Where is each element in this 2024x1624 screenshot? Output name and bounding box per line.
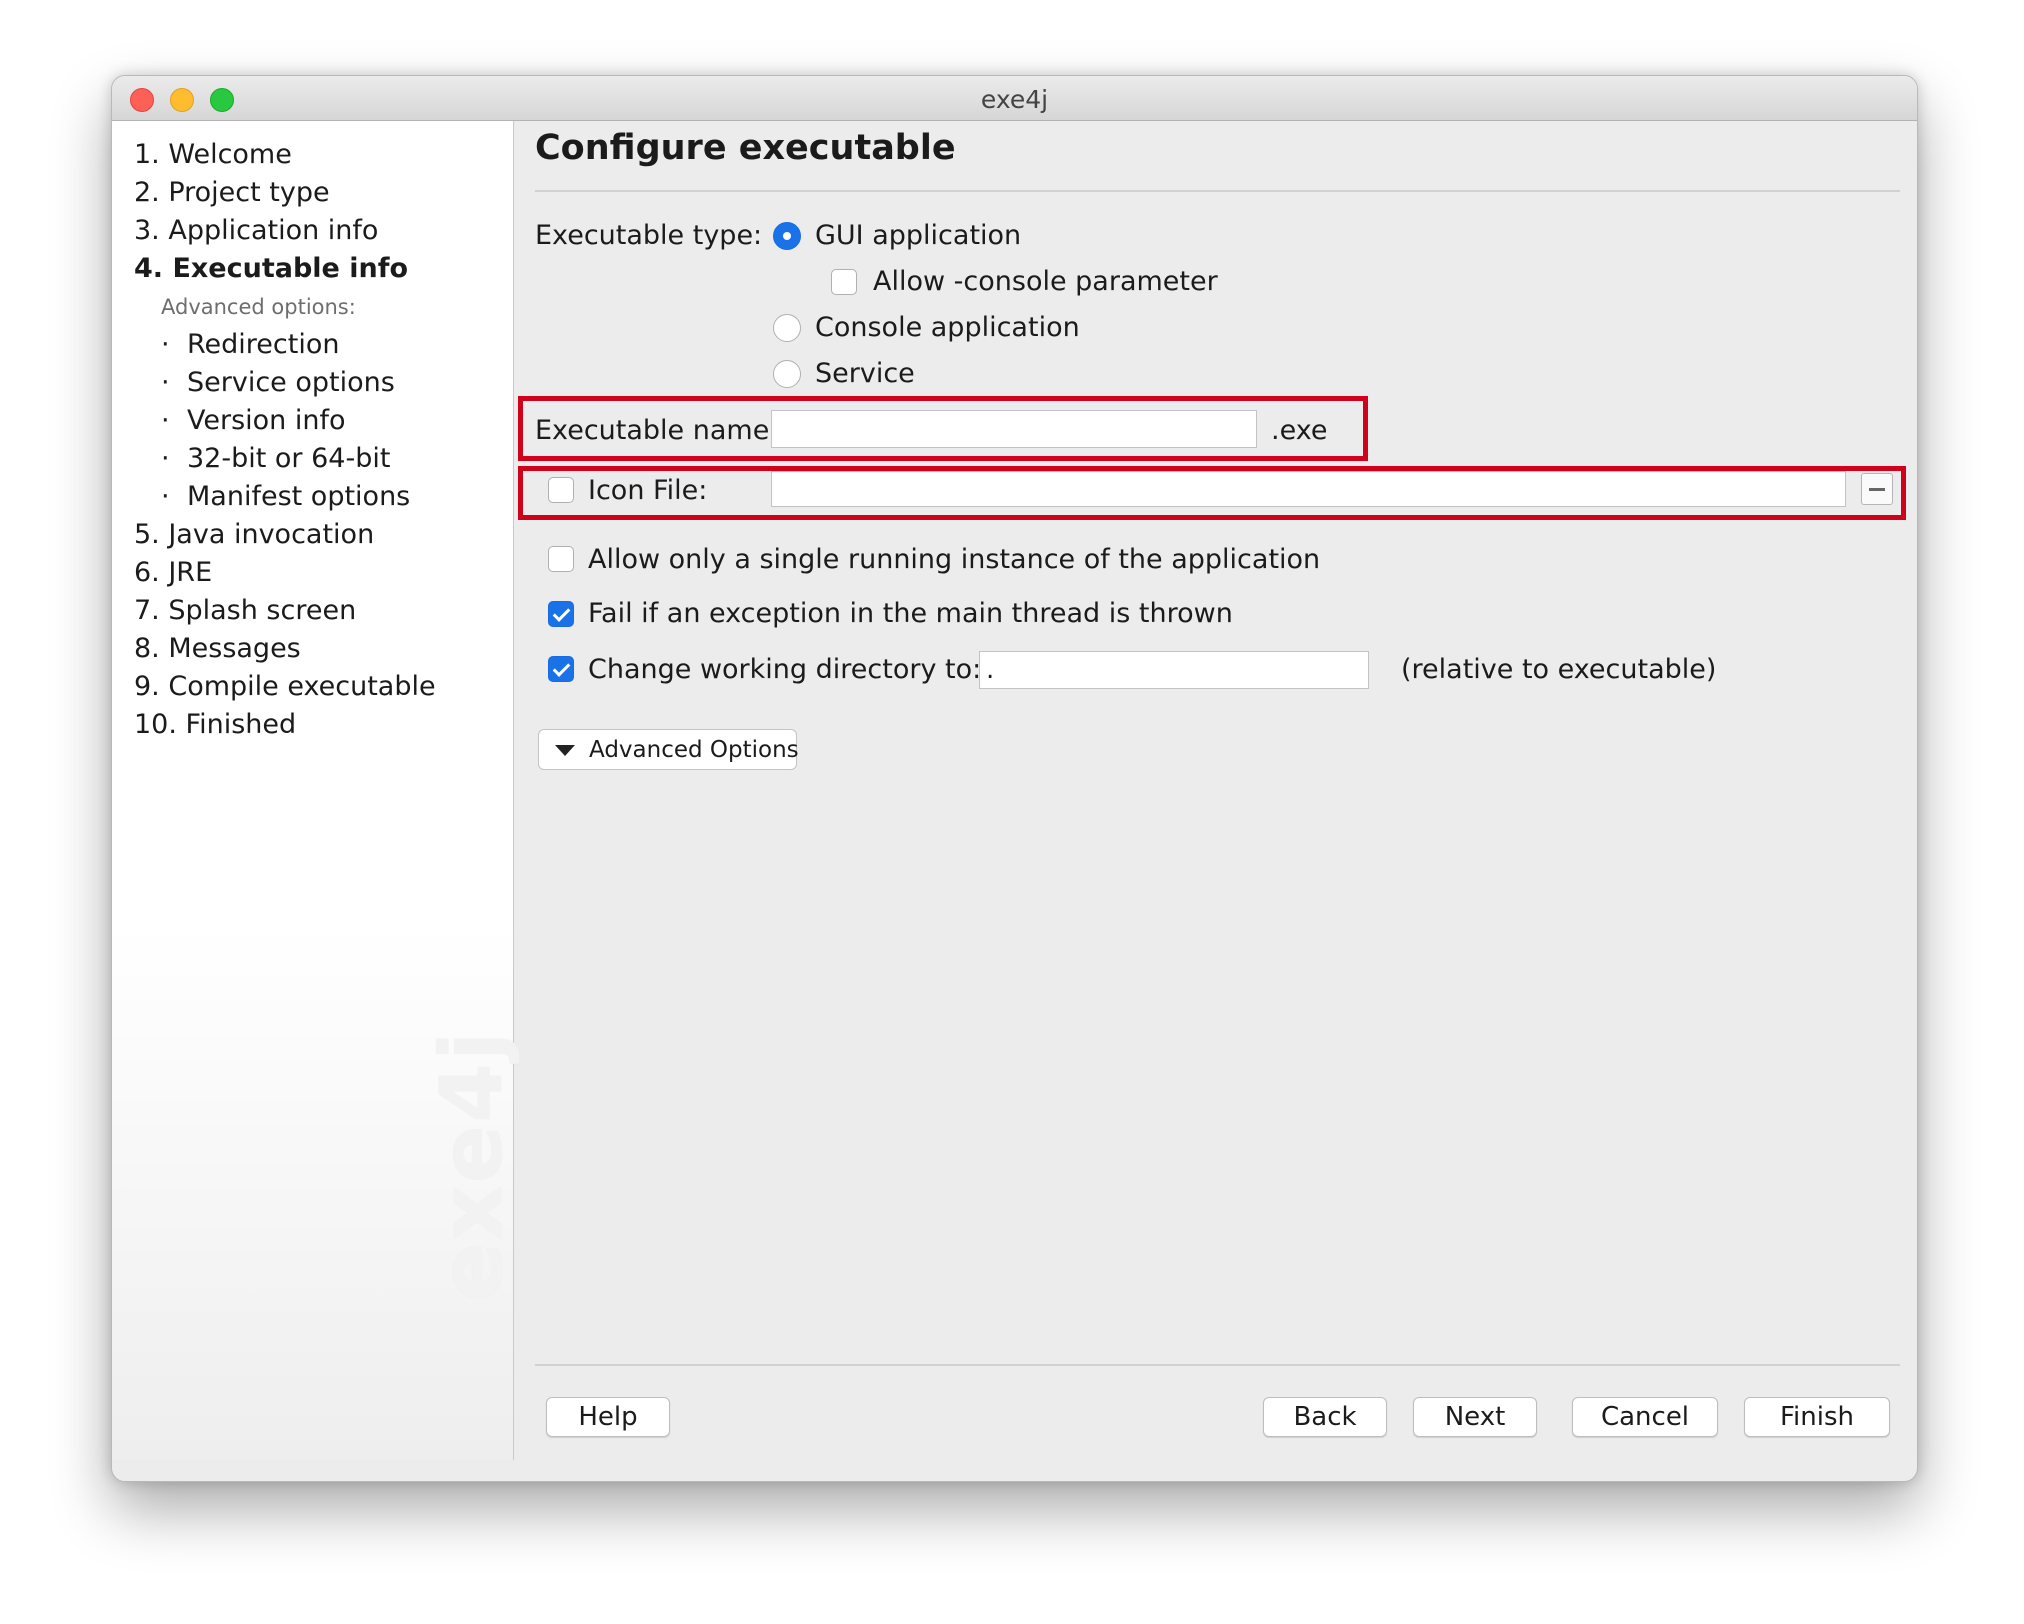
back-button[interactable]: Back [1263, 1397, 1387, 1437]
change-working-dir-checkbox[interactable] [548, 656, 574, 682]
executable-type-label: Executable type: [535, 220, 763, 251]
cancel-button[interactable]: Cancel [1572, 1397, 1718, 1437]
sub-step-label: Version info [187, 405, 346, 436]
executable-name-input[interactable] [771, 410, 1257, 448]
bullet: · [161, 329, 170, 360]
advanced-options-button[interactable]: Advanced Options [538, 729, 799, 770]
exe-suffix: .exe [1271, 415, 1328, 446]
fail-exception-label[interactable]: Fail if an exception in the main thread … [588, 598, 1233, 629]
bullet: · [161, 367, 170, 398]
sub-step-redirection[interactable]: · Redirection [161, 329, 339, 360]
icon-file-label[interactable]: Icon File: [588, 475, 707, 506]
step-jre[interactable]: 6. JRE [134, 557, 212, 588]
footer-divider [535, 1364, 1900, 1366]
working-dir-input[interactable] [979, 651, 1369, 689]
allow-console-checkbox[interactable] [831, 269, 857, 295]
bullet: · [161, 405, 170, 436]
bullet: · [161, 443, 170, 474]
change-working-dir-label[interactable]: Change working directory to: [588, 654, 981, 685]
radio-console-application[interactable] [773, 314, 801, 342]
radio-service[interactable] [773, 360, 801, 388]
browse-icon-file-button[interactable] [1861, 473, 1893, 505]
step-finished[interactable]: 10. Finished [134, 709, 296, 740]
title-divider [535, 190, 1900, 192]
sub-step-label: Redirection [187, 329, 340, 360]
step-application-info[interactable]: 3. Application info [134, 215, 378, 246]
radio-console-application-label[interactable]: Console application [815, 312, 1080, 343]
allow-console-label[interactable]: Allow -console parameter [873, 266, 1218, 297]
executable-name-label: Executable name: [535, 415, 779, 446]
sub-step-32-or-64-bit[interactable]: · 32-bit or 64-bit [161, 443, 390, 474]
next-button[interactable]: Next [1413, 1397, 1537, 1437]
page-title: Configure executable [535, 128, 956, 168]
sub-step-version-info[interactable]: · Version info [161, 405, 346, 436]
triangle-down-icon [555, 745, 575, 756]
advanced-options-button-label: Advanced Options [589, 737, 799, 763]
step-java-invocation[interactable]: 5. Java invocation [134, 519, 374, 550]
relative-note: (relative to executable) [1401, 654, 1717, 685]
step-splash-screen[interactable]: 7. Splash screen [134, 595, 356, 626]
exe4j-logo-watermark: exe4j [422, 1029, 522, 1301]
step-compile-executable[interactable]: 9. Compile executable [134, 671, 436, 702]
bullet: · [161, 481, 170, 512]
icon-file-checkbox[interactable] [548, 477, 574, 503]
sub-step-label: Service options [187, 367, 395, 398]
sub-step-service-options[interactable]: · Service options [161, 367, 395, 398]
fail-exception-checkbox[interactable] [548, 601, 574, 627]
exe4j-window: exe4j 1. Welcome 2. Project type 3. Appl… [111, 75, 1918, 1482]
step-welcome[interactable]: 1. Welcome [134, 139, 292, 170]
title-bar: exe4j [112, 76, 1917, 121]
wizard-steps-sidebar: 1. Welcome 2. Project type 3. Applicatio… [112, 121, 522, 1460]
single-instance-checkbox[interactable] [548, 546, 574, 572]
sub-step-label: Manifest options [187, 481, 411, 512]
single-instance-label[interactable]: Allow only a single running instance of … [588, 544, 1320, 575]
finish-button[interactable]: Finish [1744, 1397, 1890, 1437]
radio-service-label[interactable]: Service [815, 358, 915, 389]
sub-step-label: 32-bit or 64-bit [187, 443, 391, 474]
window-title: exe4j [980, 85, 1049, 114]
step-project-type[interactable]: 2. Project type [134, 177, 330, 208]
advanced-options-heading: Advanced options: [161, 295, 356, 319]
radio-gui-application-label[interactable]: GUI application [815, 220, 1021, 251]
radio-gui-application[interactable] [773, 222, 801, 250]
step-messages[interactable]: 8. Messages [134, 633, 301, 664]
icon-file-input[interactable] [771, 471, 1846, 507]
sub-step-manifest-options[interactable]: · Manifest options [161, 481, 410, 512]
step-executable-info[interactable]: 4. Executable info [134, 253, 408, 284]
help-button[interactable]: Help [546, 1397, 670, 1437]
